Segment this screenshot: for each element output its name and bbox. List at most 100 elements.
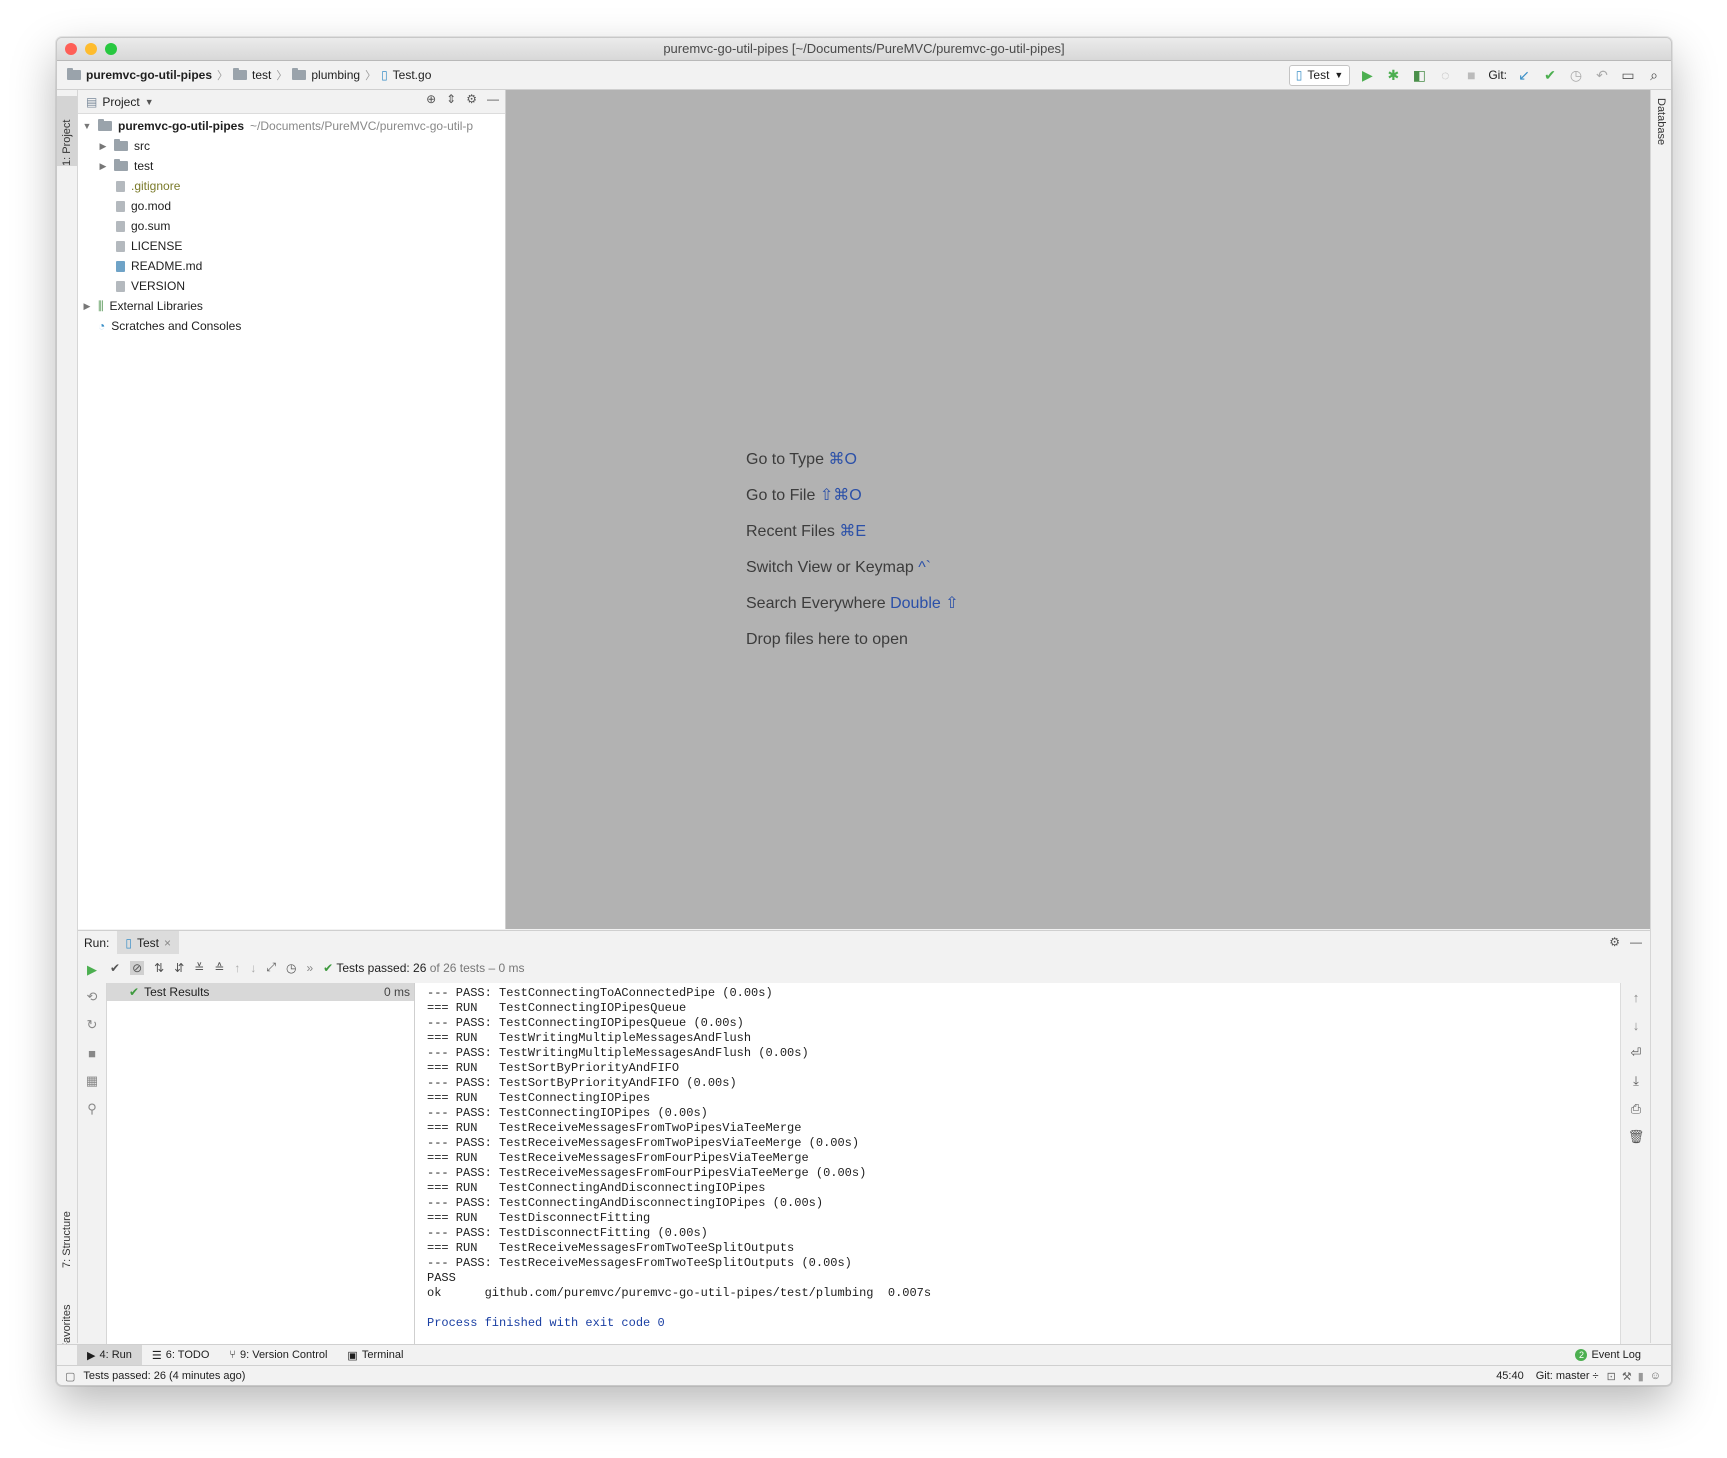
hide-icon[interactable]: —: [487, 92, 499, 106]
tree-item-scratches[interactable]: ◔ Scratches and Consoles: [78, 316, 505, 336]
expand-all-icon[interactable]: ≚: [194, 961, 204, 975]
history-icon[interactable]: ◷: [286, 961, 296, 975]
console-line: === RUN TestWritingMultipleMessagesAndFl…: [427, 1031, 752, 1045]
lock-icon[interactable]: ⊡: [1607, 1370, 1616, 1383]
git-update-icon[interactable]: ↙: [1515, 66, 1533, 84]
locate-icon[interactable]: ⊕: [426, 92, 436, 106]
git-branch[interactable]: Git: master ÷: [1536, 1370, 1599, 1382]
pin-icon[interactable]: ⚲: [78, 1095, 106, 1123]
zoom-window-button[interactable]: [105, 43, 117, 55]
tree-item-src[interactable]: ▶ src: [78, 136, 505, 156]
close-icon[interactable]: ×: [164, 936, 171, 950]
collapse-all-icon[interactable]: ⇕: [446, 92, 456, 106]
console-line: === RUN TestConnectingIOPipes: [427, 1091, 651, 1105]
tree-item-go-sum[interactable]: go.sum: [78, 216, 505, 236]
go-file-icon: ▯: [381, 68, 388, 82]
tool-tab-run[interactable]: ▶ 4: Run: [77, 1345, 142, 1365]
breadcrumb-item-file[interactable]: ▯ Test.go: [381, 68, 431, 82]
chevron-down-icon: ▼: [1334, 70, 1344, 80]
git-rollback-icon[interactable]: ↶: [1593, 66, 1611, 84]
run-toolbar: ✔ ⊘ ⇅ ⇵ ≚ ≙ ↑ ↓ ⤢ ◷ » ✔ Tests passed: 26…: [78, 955, 1650, 980]
memory-icon[interactable]: ▮: [1638, 1370, 1644, 1383]
profile-icon[interactable]: ◌: [1436, 66, 1454, 84]
coverage-icon[interactable]: ◧: [1410, 66, 1428, 84]
rerun-failed-icon[interactable]: ⟲: [78, 983, 106, 1011]
collapse-all-icon[interactable]: ≙: [214, 961, 224, 975]
run-configuration-select[interactable]: ▯ Test ▼: [1288, 64, 1351, 86]
stop-icon[interactable]: ■: [1462, 66, 1480, 84]
gear-icon[interactable]: ⚙: [466, 92, 477, 106]
collapsed-arrow-icon[interactable]: ▶: [98, 141, 108, 152]
breadcrumb-item-test[interactable]: test: [233, 68, 271, 82]
project-view-select[interactable]: Project: [102, 95, 139, 109]
tree-item-license[interactable]: LICENSE: [78, 236, 505, 256]
search-icon[interactable]: ⌕: [1645, 66, 1663, 84]
more-icon[interactable]: »: [306, 961, 313, 975]
show-passed-icon[interactable]: ✔: [110, 961, 120, 975]
toggle-auto-test-icon[interactable]: ↻: [78, 1011, 106, 1039]
collapsed-arrow-icon[interactable]: ▶: [98, 161, 108, 172]
soft-wrap-icon[interactable]: ⏎: [1622, 1039, 1650, 1067]
next-failed-icon[interactable]: ↓: [250, 961, 256, 975]
caret-position[interactable]: 45:40: [1496, 1370, 1524, 1382]
tool-tab-version-control[interactable]: ⑂ 9: Version Control: [219, 1345, 337, 1365]
chevron-right-icon: 〉: [217, 70, 229, 82]
rerun-icon[interactable]: ▶: [78, 956, 106, 984]
tool-tab-terminal[interactable]: ▣ Terminal: [337, 1345, 413, 1365]
collapsed-arrow-icon[interactable]: ▶: [82, 301, 92, 312]
run-icon[interactable]: ▶: [1358, 66, 1376, 84]
tree-item-external-libraries[interactable]: ▶ ⫼ External Libraries: [78, 296, 505, 316]
export-icon[interactable]: ⤢: [266, 960, 276, 975]
tree-item-version[interactable]: VERSION: [78, 276, 505, 296]
structure-tool-tab[interactable]: 7: Structure: [57, 1190, 77, 1268]
tree-item-go-mod[interactable]: go.mod: [78, 196, 505, 216]
chevron-down-icon[interactable]: ▼: [145, 97, 154, 107]
previous-failed-icon[interactable]: ↑: [234, 961, 240, 975]
scroll-down-icon[interactable]: ↓: [1622, 1011, 1650, 1039]
close-window-button[interactable]: [65, 43, 77, 55]
hide-icon[interactable]: —: [1630, 935, 1642, 949]
tree-item-root[interactable]: ▼ puremvc-go-util-pipes ~/Documents/Pure…: [78, 116, 505, 136]
event-log-tab[interactable]: 2 Event Log: [1565, 1345, 1651, 1365]
console-line: --- PASS: TestConnectingIOPipes (0.00s): [427, 1106, 708, 1120]
expanded-arrow-icon[interactable]: ▼: [82, 121, 92, 131]
inspector-icon[interactable]: ☺: [1650, 1370, 1661, 1382]
editor-hints: Go to Type ⌘O Go to File ⇧⌘O Recent File…: [746, 442, 959, 658]
gear-icon[interactable]: ⚙: [1609, 935, 1620, 949]
tree-item-gitignore[interactable]: .gitignore: [78, 176, 505, 196]
tool-tab-todo[interactable]: ☰ 6: TODO: [142, 1345, 219, 1365]
sort-duration-icon[interactable]: ⇵: [174, 961, 184, 975]
tree-item-readme[interactable]: README.md: [78, 256, 505, 276]
console-output[interactable]: --- PASS: TestConnectingToAConnectedPipe…: [415, 983, 1621, 1344]
project-tool-tab[interactable]: 1: Project: [57, 96, 77, 166]
status-message[interactable]: Tests passed: 26 (4 minutes ago): [83, 1370, 245, 1382]
debug-icon[interactable]: ✱: [1384, 66, 1402, 84]
stop-icon[interactable]: ■: [78, 1039, 106, 1067]
git-history-icon[interactable]: ◷: [1567, 66, 1585, 84]
console-line: --- PASS: TestConnectingToAConnectedPipe…: [427, 986, 773, 1000]
console-line: --- PASS: TestWritingMultipleMessagesAnd…: [427, 1046, 809, 1060]
minimize-window-button[interactable]: [85, 43, 97, 55]
test-results-row[interactable]: ✔ Test Results 0 ms: [107, 983, 414, 1001]
editor-area[interactable]: Go to Type ⌘O Go to File ⇧⌘O Recent File…: [506, 90, 1650, 929]
breadcrumb-item-project[interactable]: puremvc-go-util-pipes: [67, 68, 212, 82]
sort-alpha-icon[interactable]: ⇅: [154, 961, 164, 975]
presentation-icon[interactable]: ▭: [1619, 66, 1637, 84]
breadcrumb-item-plumbing[interactable]: plumbing: [292, 68, 360, 82]
scroll-up-icon[interactable]: ↑: [1622, 983, 1650, 1011]
layout-icon[interactable]: ▦: [78, 1067, 106, 1095]
wrench-icon[interactable]: ⚒: [1622, 1370, 1632, 1383]
print-icon[interactable]: ⎙: [1622, 1095, 1650, 1123]
show-ignored-icon[interactable]: ⊘: [130, 960, 145, 975]
console-line: PASS: [427, 1271, 456, 1285]
database-tool-tab[interactable]: Database: [1651, 98, 1671, 168]
trash-icon[interactable]: 🗑: [1622, 1123, 1650, 1151]
tree-item-test[interactable]: ▶ test: [78, 156, 505, 176]
project-panel-header: ▤ Project ▼ ⊕ ⇕ ⚙ —: [78, 90, 505, 114]
console-line: === RUN TestConnectingAndDisconnectingIO…: [427, 1181, 766, 1195]
toggle-tool-windows-icon[interactable]: ▢: [65, 1370, 75, 1383]
git-commit-icon[interactable]: ✔: [1541, 66, 1559, 84]
scroll-to-end-icon[interactable]: ⤓: [1622, 1067, 1650, 1095]
ide-window: puremvc-go-util-pipes [~/Documents/PureM…: [56, 37, 1672, 1386]
run-tab-test[interactable]: ▯ Test ×: [117, 931, 179, 954]
